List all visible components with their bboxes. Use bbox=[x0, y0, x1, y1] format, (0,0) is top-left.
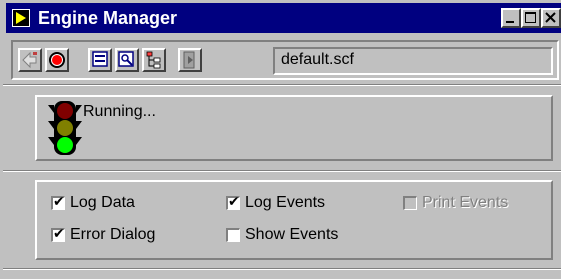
log-events-checkbox[interactable]: ✔ Log Events bbox=[226, 194, 325, 212]
minimize-icon bbox=[506, 21, 514, 23]
exit-button[interactable] bbox=[178, 48, 202, 72]
show-events-label: Show Events bbox=[245, 226, 339, 243]
checkmark-icon: ✔ bbox=[53, 226, 65, 242]
checkbox-box[interactable]: ✔ bbox=[51, 226, 65, 242]
tree-icon bbox=[146, 51, 161, 69]
print-events-label: Print Events bbox=[422, 194, 509, 211]
checkbox-box bbox=[403, 196, 417, 210]
edit-arrow-icon bbox=[22, 51, 37, 69]
log-data-checkbox[interactable]: ✔ Log Data bbox=[51, 194, 135, 212]
checkbox-box[interactable]: ✔ bbox=[51, 194, 65, 210]
separator bbox=[3, 268, 561, 270]
edit-arrow-button[interactable] bbox=[18, 48, 42, 72]
close-button[interactable] bbox=[541, 8, 561, 28]
checkbox-box[interactable]: ✔ bbox=[226, 194, 240, 210]
app-icon bbox=[12, 9, 30, 27]
display-icon bbox=[92, 51, 108, 67]
title-bar[interactable]: Engine Manager bbox=[6, 3, 561, 33]
exit-icon bbox=[183, 51, 195, 69]
toolbar: default.scf bbox=[11, 40, 559, 80]
maximize-button[interactable] bbox=[521, 8, 541, 28]
close-icon bbox=[545, 12, 556, 23]
error-dialog-checkbox[interactable]: ✔ Error Dialog bbox=[51, 226, 155, 244]
show-events-checkbox[interactable]: Show Events bbox=[226, 226, 338, 244]
print-events-checkbox: Print Events bbox=[403, 194, 508, 212]
status-text: Running... bbox=[83, 103, 156, 120]
search-icon bbox=[118, 51, 134, 67]
options-panel bbox=[35, 180, 553, 260]
stop-button[interactable] bbox=[45, 48, 69, 72]
maximize-icon bbox=[525, 12, 536, 23]
checkmark-icon: ✔ bbox=[228, 194, 240, 210]
engine-manager-window: Engine Manager default.scf Running... ✔ … bbox=[0, 0, 561, 279]
display-button[interactable] bbox=[88, 48, 112, 72]
file-name-field[interactable]: default.scf bbox=[273, 47, 553, 75]
traffic-light-icon bbox=[48, 101, 82, 155]
stop-icon bbox=[49, 52, 65, 68]
log-data-label: Log Data bbox=[70, 194, 135, 211]
log-events-label: Log Events bbox=[245, 194, 326, 211]
checkbox-box[interactable] bbox=[226, 228, 240, 242]
minimize-button[interactable] bbox=[501, 8, 521, 28]
separator bbox=[3, 170, 561, 172]
tree-button[interactable] bbox=[142, 48, 166, 72]
search-button[interactable] bbox=[115, 48, 139, 72]
separator bbox=[3, 84, 561, 86]
error-dialog-label: Error Dialog bbox=[70, 226, 156, 243]
window-title: Engine Manager bbox=[38, 8, 178, 28]
checkmark-icon: ✔ bbox=[53, 194, 65, 210]
